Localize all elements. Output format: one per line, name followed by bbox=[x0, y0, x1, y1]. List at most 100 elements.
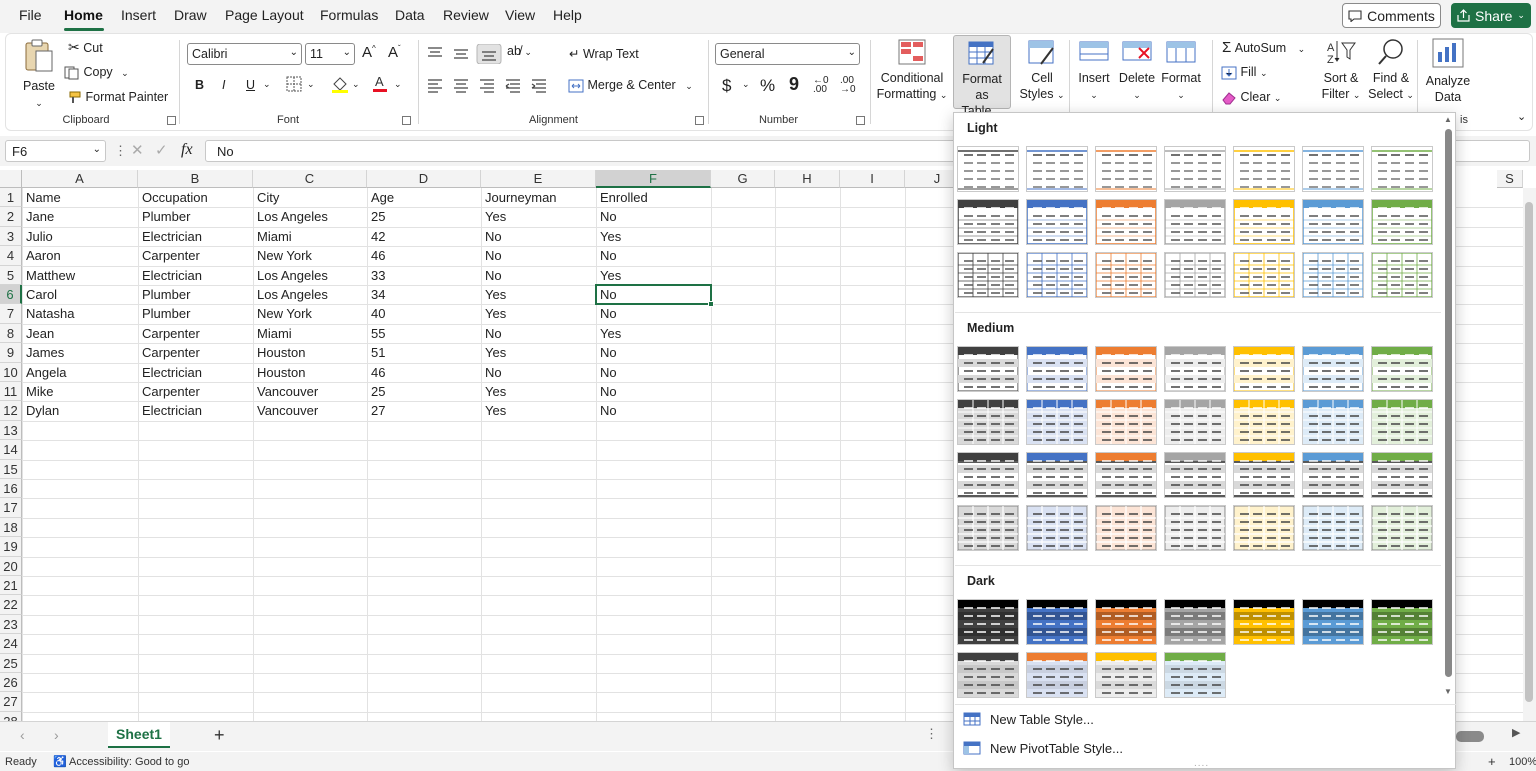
column-header[interactable]: C bbox=[253, 170, 367, 188]
table-style-dark-1[interactable] bbox=[957, 599, 1019, 645]
row-header[interactable]: 24 bbox=[0, 634, 22, 654]
row-header[interactable]: 15 bbox=[0, 459, 22, 479]
decrease-font-icon[interactable]: Aˇ bbox=[388, 44, 401, 61]
vertical-align-icons[interactable] bbox=[426, 44, 506, 64]
row-header[interactable]: 21 bbox=[0, 576, 22, 596]
insert-function-button[interactable]: fx bbox=[181, 141, 193, 159]
table-style-light-6[interactable] bbox=[1302, 199, 1364, 245]
table-cell[interactable]: James bbox=[23, 343, 139, 362]
resize-grip-icon[interactable]: .... bbox=[1194, 758, 1209, 769]
fill-handle[interactable] bbox=[708, 301, 714, 308]
table-style-medium-6[interactable] bbox=[1302, 346, 1364, 392]
row-header[interactable]: 26 bbox=[0, 673, 22, 693]
column-header[interactable]: G bbox=[711, 170, 775, 188]
table-style-medium-5[interactable] bbox=[1233, 505, 1295, 551]
more-options-icon[interactable]: ⋮ bbox=[114, 143, 127, 159]
table-cell[interactable]: Vancouver bbox=[254, 382, 368, 401]
row-header[interactable]: 3 bbox=[0, 226, 22, 247]
table-cell[interactable]: No bbox=[597, 401, 712, 420]
table-style-dark-9[interactable] bbox=[1026, 652, 1088, 698]
row-header[interactable]: 20 bbox=[0, 556, 22, 576]
format-painter-button[interactable]: Format Painter bbox=[64, 90, 168, 105]
table-cell[interactable]: Yes bbox=[597, 227, 712, 246]
fill-button[interactable]: Fill ⌄ bbox=[1221, 65, 1267, 80]
cut-button[interactable]: ✂ Cut bbox=[68, 39, 103, 56]
number-format-combo[interactable]: General ⌄ bbox=[715, 43, 860, 65]
orientation-button[interactable]: ab̸ ⌄ bbox=[507, 44, 532, 58]
table-cell[interactable]: 42 bbox=[368, 227, 482, 246]
table-cell[interactable]: 46 bbox=[368, 246, 482, 265]
table-style-light-3[interactable] bbox=[1095, 199, 1157, 245]
table-cell[interactable]: Houston bbox=[254, 343, 368, 362]
table-cell[interactable]: No bbox=[482, 227, 597, 246]
table-style-medium-7[interactable] bbox=[1371, 505, 1433, 551]
row-header[interactable]: 23 bbox=[0, 614, 22, 635]
table-style-dark-3[interactable] bbox=[1095, 599, 1157, 645]
borders-button[interactable] bbox=[286, 76, 302, 95]
currency-button[interactable]: $ bbox=[722, 76, 731, 96]
table-style-light-5[interactable] bbox=[1233, 146, 1295, 192]
table-cell[interactable]: Mike bbox=[23, 382, 139, 401]
table-cell[interactable]: No bbox=[597, 304, 712, 323]
gallery-scroll-thumb[interactable] bbox=[1445, 129, 1452, 677]
gallery-scrollbar[interactable]: ▲ ▼ bbox=[1442, 113, 1455, 711]
table-cell[interactable]: Jean bbox=[23, 324, 139, 343]
column-header[interactable]: H bbox=[775, 170, 840, 188]
table-cell[interactable]: 27 bbox=[368, 401, 482, 420]
menu-data[interactable]: Data bbox=[395, 7, 425, 23]
menu-home[interactable]: Home bbox=[64, 7, 103, 23]
row-header[interactable]: 28 bbox=[0, 711, 22, 721]
increase-decimal-icon[interactable]: ←0.00 bbox=[813, 76, 829, 95]
table-style-medium-7[interactable] bbox=[1371, 399, 1433, 445]
column-header[interactable]: E bbox=[481, 170, 596, 188]
table-style-medium-4[interactable] bbox=[1164, 505, 1226, 551]
row-header[interactable]: 7 bbox=[0, 304, 22, 324]
paste-button[interactable]: Paste ⌄ bbox=[18, 38, 60, 111]
table-cell[interactable]: Yes bbox=[482, 285, 597, 304]
row-header[interactable]: 9 bbox=[0, 343, 22, 363]
table-style-medium-1[interactable] bbox=[957, 452, 1019, 498]
row-header[interactable]: 2 bbox=[0, 207, 22, 227]
column-header[interactable]: I bbox=[840, 170, 905, 188]
decrease-decimal-icon[interactable]: .00 →0 bbox=[840, 76, 856, 95]
table-cell[interactable]: Aaron bbox=[23, 246, 139, 265]
table-style-light-5[interactable] bbox=[1233, 199, 1295, 245]
table-cell[interactable]: Dylan bbox=[23, 401, 139, 420]
table-cell[interactable]: Los Angeles bbox=[254, 207, 368, 226]
new-table-style-item[interactable]: New Table Style... bbox=[963, 711, 1094, 727]
table-cell[interactable]: Carol bbox=[23, 285, 139, 304]
column-header[interactable]: S bbox=[1497, 170, 1523, 188]
menu-review[interactable]: Review bbox=[443, 7, 489, 23]
conditional-formatting-button[interactable]: Conditional Formatting ⌄ bbox=[876, 38, 948, 103]
merge-center-button[interactable]: Merge & Center ⌄ bbox=[568, 78, 693, 93]
zoom-level[interactable]: 100% bbox=[1509, 756, 1536, 768]
table-cell[interactable]: 40 bbox=[368, 304, 482, 323]
header-cell[interactable]: Name bbox=[23, 188, 139, 207]
table-style-dark-7[interactable] bbox=[1371, 599, 1433, 645]
bold-button[interactable]: B bbox=[195, 78, 204, 92]
table-cell[interactable]: Vancouver bbox=[254, 401, 368, 420]
table-style-light-1[interactable] bbox=[957, 146, 1019, 192]
delete-cells-button[interactable]: Delete ⌄ bbox=[1117, 38, 1157, 103]
header-cell[interactable]: City bbox=[254, 188, 368, 207]
zoom-in-icon[interactable]: + bbox=[1488, 754, 1496, 769]
column-header[interactable]: B bbox=[138, 170, 253, 188]
table-style-medium-5[interactable] bbox=[1233, 346, 1295, 392]
table-style-light-6[interactable] bbox=[1302, 252, 1364, 298]
column-header[interactable]: F bbox=[596, 170, 711, 188]
menu-insert[interactable]: Insert bbox=[121, 7, 156, 23]
chevron-down-icon[interactable]: ⌄ bbox=[307, 79, 315, 90]
row-header[interactable]: 13 bbox=[0, 420, 22, 441]
table-cell[interactable]: No bbox=[482, 363, 597, 382]
table-style-dark-11[interactable] bbox=[1164, 652, 1226, 698]
table-style-medium-5[interactable] bbox=[1233, 452, 1295, 498]
table-cell[interactable]: New York bbox=[254, 246, 368, 265]
table-style-light-4[interactable] bbox=[1164, 199, 1226, 245]
table-cell[interactable]: Natasha bbox=[23, 304, 139, 323]
row-header[interactable]: 17 bbox=[0, 498, 22, 518]
table-style-medium-3[interactable] bbox=[1095, 346, 1157, 392]
vertical-scroll-thumb[interactable] bbox=[1525, 202, 1533, 702]
table-style-light-7[interactable] bbox=[1371, 252, 1433, 298]
chevron-down-icon[interactable]: ⌄ bbox=[263, 79, 271, 90]
column-header[interactable]: D bbox=[367, 170, 481, 188]
